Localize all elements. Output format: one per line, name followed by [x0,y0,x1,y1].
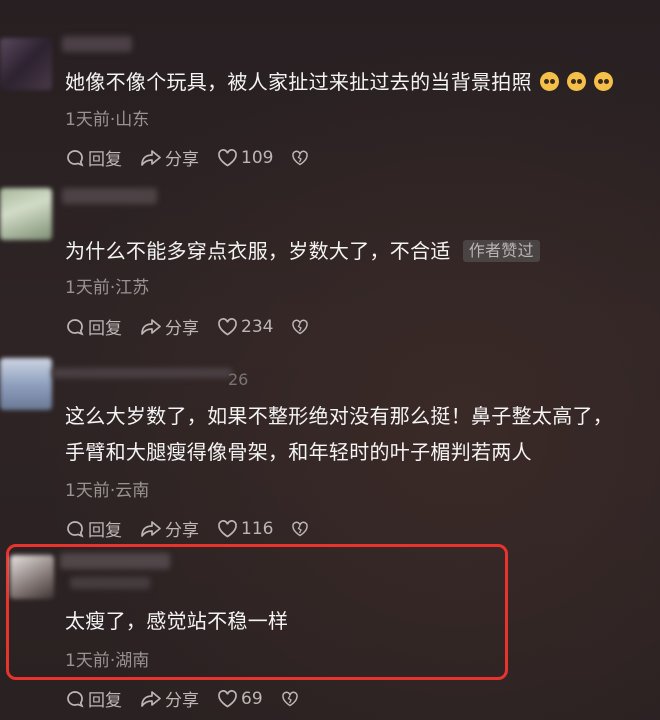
comment-meta: 1天前·云南 [65,481,150,501]
heart-icon [218,689,237,707]
reply-label: 回复 [88,319,122,339]
share-button[interactable]: 分享 [140,145,199,170]
like-count: 69 [241,688,263,709]
reply-bubble-icon [67,690,84,708]
comment-text: 她像不像个玩具，被人家扯过来扯过去的当背景拍照 [65,66,613,98]
comment-actions: 回复 分享 116 [65,516,330,541]
broken-heart-icon [281,691,298,706]
comment-item: 为什么不能多穿点衣服，岁数大了，不合适 作者赞过 1天前·江苏 回复 分享 234 [0,180,660,350]
username-blurred[interactable] [52,368,232,378]
broken-heart-icon [292,319,309,334]
reply-button[interactable]: 回复 [65,145,122,170]
reply-button[interactable]: 回复 [65,314,122,339]
comment-text-content: 为什么不能多穿点衣服，岁数大了，不合适 [65,239,451,263]
dislike-button[interactable] [281,690,302,708]
heart-icon [218,519,237,537]
like-button[interactable]: 234 [217,317,273,337]
like-count: 109 [241,147,274,168]
like-button[interactable]: 116 [217,519,273,539]
username-blurred[interactable] [62,188,157,204]
comment-text-line: 这么大岁数了，如果不整形绝对没有那么挺！鼻子整太高了， [65,404,614,428]
pleading-face-icon [539,72,559,91]
comment-text-line: 手臂和大腿瘦得像骨架，和年轻时的叶子楣判若两人 [65,440,532,464]
share-label: 分享 [165,150,199,170]
comment-item: 26 这么大岁数了，如果不整形绝对没有那么挺！鼻子整太高了， 手臂和大腿瘦得像骨… [0,350,660,545]
heart-icon [218,317,237,335]
heart-icon [218,148,237,166]
avatar[interactable] [0,38,52,90]
comment-text-content: 她像不像个玩具，被人家扯过来扯过去的当背景拍照 [65,70,532,94]
comment-item: 太瘦了，感觉站不稳一样 1天前·湖南 回复 分享 69 [0,545,660,720]
share-label: 分享 [165,691,199,711]
reply-button[interactable]: 回复 [65,516,122,541]
pleading-face-icon [566,72,586,91]
comment-item: 她像不像个玩具，被人家扯过来扯过去的当背景拍照 1天前·山东 回复 分享 109 [0,0,660,180]
share-button[interactable]: 分享 [140,314,199,339]
avatar[interactable] [10,555,54,599]
share-label: 分享 [165,319,199,339]
share-arrow-icon [141,690,161,707]
username-fragment: 26 [228,370,249,389]
pleading-face-icon [593,72,613,91]
reply-bubble-icon [67,318,84,336]
share-button[interactable]: 分享 [140,516,199,541]
like-button[interactable]: 109 [217,148,273,168]
comment-meta: 1天前·江苏 [65,278,150,298]
share-arrow-icon [141,520,161,537]
broken-heart-icon [292,150,309,165]
broken-heart-icon [292,521,309,536]
username-blurred[interactable] [60,553,170,569]
username-blurred[interactable] [62,36,132,52]
comment-actions: 回复 分享 109 [65,145,330,170]
author-liked-badge: 作者赞过 [462,240,540,262]
reply-bubble-icon [67,520,84,538]
comment-meta: 1天前·山东 [65,110,150,130]
like-count: 234 [241,316,274,337]
share-arrow-icon [141,318,161,335]
dislike-button[interactable] [291,318,312,336]
share-button[interactable]: 分享 [140,686,199,711]
reply-bubble-icon [67,149,84,167]
reply-label: 回复 [88,521,122,541]
comment-actions: 回复 分享 69 [65,686,320,711]
avatar[interactable] [0,188,52,240]
share-label: 分享 [165,521,199,541]
reply-label: 回复 [88,691,122,711]
share-arrow-icon [141,149,161,166]
comment-actions: 回复 分享 234 [65,314,330,339]
avatar[interactable] [0,358,52,410]
like-count: 116 [241,518,274,539]
reply-label: 回复 [88,150,122,170]
username-blurred[interactable] [70,577,150,589]
dislike-button[interactable] [291,149,312,167]
like-button[interactable]: 69 [217,689,263,709]
comment-meta: 1天前·湖南 [65,651,150,671]
comment-text: 太瘦了，感觉站不稳一样 [65,609,289,633]
dislike-button[interactable] [291,520,312,538]
reply-button[interactable]: 回复 [65,686,122,711]
comment-text: 为什么不能多穿点衣服，岁数大了，不合适 作者赞过 [65,235,540,267]
